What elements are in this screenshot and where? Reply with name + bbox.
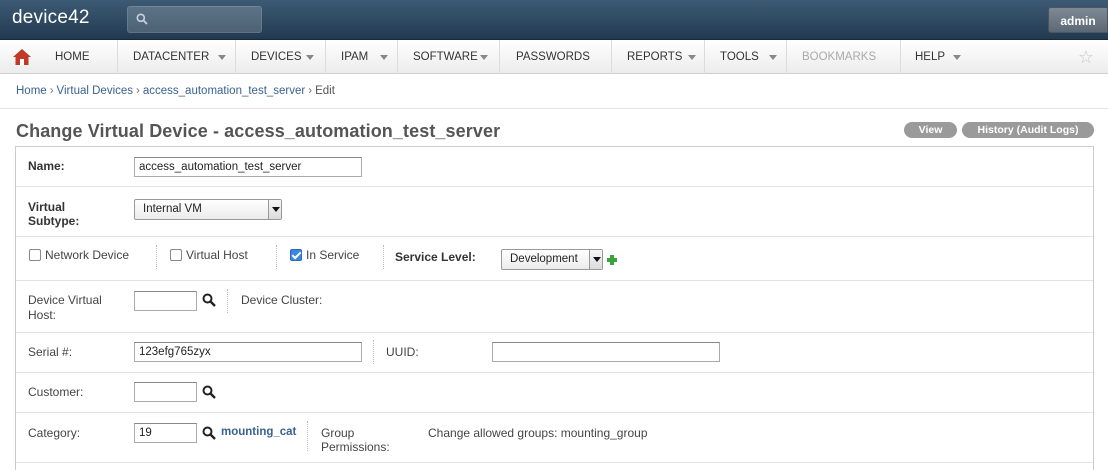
- virtual-host-checkbox[interactable]: [170, 249, 182, 261]
- nav-ipam-label: IPAM: [341, 51, 369, 63]
- form-row-serial: Serial #: UUID:: [16, 333, 1093, 373]
- nav-reports-label: REPORTS: [627, 51, 683, 63]
- breadcrumb-virtual-devices[interactable]: Virtual Devices: [57, 85, 134, 97]
- lookup-search-icon[interactable]: [202, 385, 216, 399]
- chevron-down-icon: [268, 200, 281, 219]
- customer-input[interactable]: [134, 382, 197, 402]
- nav-help[interactable]: HELP: [901, 40, 977, 74]
- virtual-subtype-select[interactable]: Internal VM: [134, 199, 282, 220]
- chevron-down-icon: [953, 55, 961, 60]
- bookmark-star-icon[interactable]: ☆: [1078, 47, 1094, 68]
- nav-tools[interactable]: TOOLS: [705, 40, 787, 74]
- category-input[interactable]: [134, 423, 197, 443]
- virtual-host-label: Virtual Host: [186, 248, 248, 262]
- service-level-select[interactable]: Development: [501, 249, 603, 270]
- history-audit-logs-button[interactable]: History (Audit Logs): [962, 122, 1094, 138]
- serial-label: Serial #:: [28, 345, 73, 359]
- form-row-subtype: Virtual Subtype: Internal VM: [16, 187, 1093, 237]
- breadcrumb-divider: [0, 108, 1108, 109]
- nav-help-label: HELP: [915, 51, 946, 63]
- breadcrumb-home[interactable]: Home: [16, 85, 47, 97]
- nav-software[interactable]: SOFTWARE: [398, 40, 500, 74]
- virtual-subtype-value: Internal VM: [143, 203, 202, 215]
- group-permissions-value: Change allowed groups: mounting_group: [428, 426, 648, 440]
- chevron-down-icon: [306, 55, 314, 60]
- top-header: device42 admin: [0, 0, 1108, 40]
- virtual-subtype-label: Virtual Subtype:: [28, 200, 80, 228]
- home-icon[interactable]: [12, 48, 32, 66]
- nav-ipam[interactable]: IPAM: [326, 40, 398, 74]
- breadcrumb-separator: ›: [49, 85, 54, 97]
- form-row-flags: Network Device Virtual Host In Service S…: [16, 237, 1093, 281]
- form-row-virtual-host: Device Virtual Host: Device Cluster:: [16, 281, 1093, 333]
- uuid-input[interactable]: [492, 342, 720, 362]
- nav-bookmarks[interactable]: BOOKMARKS: [787, 40, 901, 74]
- nav-home-label: HOME: [55, 51, 90, 63]
- breadcrumb-device[interactable]: access_automation_test_server: [143, 85, 305, 97]
- category-label: Category:: [28, 426, 81, 440]
- nav-devices-label: DEVICES: [251, 51, 302, 63]
- device-cluster-label: Device Cluster:: [241, 293, 323, 307]
- nav-datacenter-label: DATACENTER: [133, 51, 210, 63]
- nav-bookmarks-label: BOOKMARKS: [802, 51, 877, 63]
- category-link[interactable]: mounting_cat: [221, 426, 296, 438]
- user-menu-button[interactable]: admin: [1048, 7, 1108, 33]
- nav-software-label: SOFTWARE: [413, 51, 478, 63]
- divider: [227, 289, 228, 313]
- app-logo[interactable]: device42: [12, 7, 90, 29]
- breadcrumb-separator: ›: [136, 85, 140, 97]
- chevron-down-icon: [380, 55, 388, 60]
- divider: [383, 245, 384, 269]
- divider: [276, 245, 277, 269]
- form-row-name: Name:: [16, 147, 1093, 187]
- network-device-checkbox[interactable]: [29, 249, 41, 261]
- form-row-customer: Customer:: [16, 373, 1093, 413]
- device-virtual-host-input[interactable]: [134, 291, 197, 311]
- customer-label: Customer:: [28, 385, 84, 399]
- global-search-input[interactable]: [152, 10, 257, 30]
- nav-passwords[interactable]: PASSWORDS: [500, 40, 612, 74]
- service-level-label: Service Level:: [395, 250, 476, 264]
- nav-devices[interactable]: DEVICES: [236, 40, 326, 74]
- chevron-down-icon: [688, 55, 696, 60]
- lookup-search-icon[interactable]: [202, 426, 216, 440]
- in-service-label: In Service: [306, 248, 360, 262]
- breadcrumb: Home › Virtual Devices › access_automation_t…: [16, 85, 335, 97]
- group-permissions-label: Group Permissions:: [321, 426, 390, 454]
- divider: [156, 245, 157, 269]
- name-label: Name:: [28, 159, 65, 173]
- nav-datacenter[interactable]: DATACENTER: [118, 40, 236, 74]
- breadcrumb-separator: ›: [308, 85, 313, 97]
- add-service-level-icon[interactable]: [607, 255, 617, 265]
- serial-input[interactable]: [134, 342, 362, 362]
- view-button[interactable]: View: [904, 122, 957, 138]
- main-nav: HOME DATACENTER DEVICES IPAM SOFTWARE PA…: [0, 40, 1108, 74]
- virtual-device-form: Name: Virtual Subtype: Internal VM Netwo…: [15, 146, 1094, 470]
- nav-home[interactable]: HOME: [40, 40, 118, 74]
- uuid-label: UUID:: [386, 345, 419, 359]
- chevron-down-icon: [218, 55, 226, 60]
- form-row-category: Category: mounting_cat Group Permissions…: [16, 413, 1093, 463]
- chevron-down-icon: [769, 55, 777, 60]
- global-search[interactable]: [127, 6, 262, 33]
- divider: [307, 421, 308, 451]
- network-device-label: Network Device: [45, 248, 130, 262]
- nav-passwords-label: PASSWORDS: [516, 51, 590, 63]
- chevron-down-icon: [480, 55, 488, 60]
- in-service-checkbox[interactable]: [290, 249, 302, 261]
- name-input[interactable]: [134, 157, 362, 177]
- service-level-value: Development: [510, 253, 578, 265]
- nav-reports[interactable]: REPORTS: [612, 40, 705, 74]
- nav-tools-label: TOOLS: [720, 51, 759, 63]
- lookup-search-icon[interactable]: [202, 293, 216, 307]
- chevron-down-icon: [589, 250, 602, 269]
- page-title: Change Virtual Device - access_automatio…: [16, 121, 501, 141]
- device-virtual-host-label: Device Virtual Host:: [28, 293, 102, 322]
- breadcrumb-current: Edit: [315, 85, 335, 97]
- search-icon: [136, 13, 148, 25]
- divider: [373, 340, 374, 364]
